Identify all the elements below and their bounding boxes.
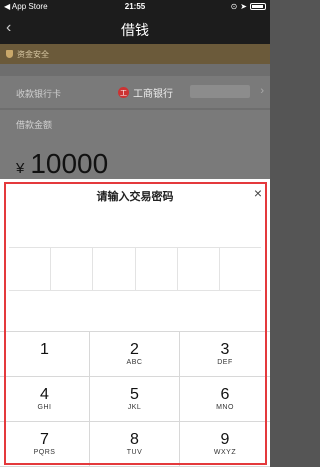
- safety-notice-text: 资金安全: [17, 49, 49, 59]
- key-6[interactable]: 6 MNO: [180, 377, 270, 422]
- bank-logo-icon: 工: [118, 87, 129, 98]
- loan-amount-label: 借款金额: [16, 120, 53, 130]
- key-3[interactable]: 3 DEF: [180, 332, 270, 377]
- key-letters: DEF: [217, 359, 233, 366]
- password-digit-cell: [9, 248, 52, 290]
- password-digit-cell: [178, 248, 220, 290]
- password-digit-cell: [136, 248, 178, 290]
- chevron-right-icon: ›: [260, 85, 264, 97]
- key-number: 9: [220, 431, 230, 448]
- loan-amount: ¥ 10000: [16, 148, 108, 180]
- masked-card-number: [190, 85, 250, 98]
- shield-icon: [6, 50, 13, 58]
- password-modal: 请输入交易密码 × 1 2 ABC 3 DEF 4 GHI 5 JKL 6 MN…: [0, 179, 270, 467]
- key-letters: JKL: [127, 404, 142, 411]
- key-1[interactable]: 1: [0, 332, 90, 377]
- bank-name: 工商银行: [133, 89, 173, 100]
- close-icon[interactable]: ×: [254, 185, 262, 201]
- key-number: 8: [130, 431, 139, 448]
- modal-title: 请输入交易密码: [96, 191, 174, 203]
- key-letters: ABC: [126, 359, 143, 366]
- bank-info: 工 工商银行: [118, 85, 173, 100]
- location-icon: ➤: [240, 1, 247, 11]
- password-digit-cell: [51, 248, 94, 290]
- loan-amount-row: 借款金额 ¥ 10000: [0, 110, 270, 190]
- password-digit-cell: [93, 248, 136, 290]
- lock-rotation-icon: ⊙: [230, 1, 238, 11]
- key-8[interactable]: 8 TUV: [90, 422, 180, 467]
- password-digit-cell: [220, 248, 261, 290]
- key-5[interactable]: 5 JKL: [90, 377, 180, 422]
- key-number: 2: [130, 341, 139, 358]
- currency-symbol: ¥: [16, 160, 25, 177]
- battery-icon: [250, 2, 266, 10]
- key-4[interactable]: 4 GHI: [0, 377, 90, 422]
- key-number: 3: [220, 341, 230, 358]
- status-bar: ◀ App Store 21:55 ⊙ ➤: [0, 0, 270, 12]
- bank-card-row[interactable]: 收款银行卡 工 工商银行 ›: [0, 76, 270, 108]
- key-number: 6: [220, 386, 230, 403]
- nav-bar: ‹ 借钱: [0, 12, 270, 44]
- safety-notice: 资金安全: [0, 44, 270, 64]
- key-letters: PQRS: [33, 449, 56, 456]
- page-title: 借钱: [121, 22, 149, 38]
- loan-amount-value: 10000: [30, 148, 109, 179]
- status-time: 21:55: [124, 1, 146, 11]
- key-number: 7: [40, 431, 49, 448]
- bank-card-label: 收款银行卡: [16, 89, 62, 99]
- numeric-keypad: 1 2 ABC 3 DEF 4 GHI 5 JKL 6 MNO 7 PQRS 8: [0, 331, 270, 467]
- key-number: 5: [130, 386, 139, 403]
- key-2[interactable]: 2 ABC: [90, 332, 180, 377]
- password-input[interactable]: [9, 247, 261, 291]
- key-7[interactable]: 7 PQRS: [0, 422, 90, 467]
- modal-header: 请输入交易密码 ×: [0, 179, 270, 211]
- key-number: 1: [40, 341, 49, 358]
- key-number: 4: [40, 386, 49, 403]
- key-letters: MNO: [216, 404, 234, 411]
- key-letters: TUV: [126, 449, 143, 456]
- key-letters: GHI: [37, 404, 52, 411]
- key-letters: WXYZ: [213, 449, 237, 456]
- status-icons: ⊙ ➤: [231, 2, 266, 11]
- key-9[interactable]: 9 WXYZ: [180, 422, 270, 467]
